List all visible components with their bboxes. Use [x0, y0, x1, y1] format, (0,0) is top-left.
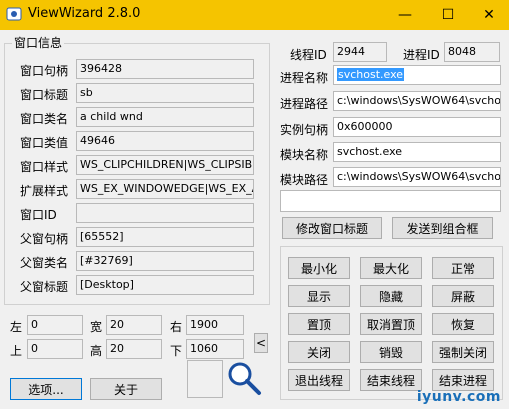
module-name-field[interactable]: svchost.exe — [333, 142, 501, 162]
action-button[interactable]: 显示 — [288, 285, 350, 307]
left-label: 左 — [10, 320, 23, 334]
process-path-label: 进程路径 — [280, 97, 329, 111]
field-label: 父窗类名 — [20, 256, 69, 270]
action-button[interactable]: 取消置顶 — [360, 313, 422, 335]
close-icon[interactable]: ✕ — [469, 0, 509, 30]
field-value[interactable]: [#32769] — [76, 251, 254, 271]
action-button[interactable]: 强制关闭 — [432, 341, 494, 363]
instance-handle-label: 实例句柄 — [280, 123, 329, 137]
height-label: 高 — [90, 344, 103, 358]
top-field[interactable]: 0 — [27, 339, 83, 359]
field-value[interactable]: [Desktop] — [76, 275, 254, 295]
window-title: ViewWizard 2.8.0 — [28, 6, 141, 21]
finder-magnifier-icon[interactable] — [226, 360, 262, 396]
watermark: iyunv.com — [416, 389, 501, 405]
collapse-button[interactable]: < — [254, 333, 268, 353]
module-name-label: 模块名称 — [280, 148, 329, 162]
field-label: 窗口ID — [20, 208, 57, 222]
module-path-field[interactable]: c:\windows\SysWOW64\svchost.e — [333, 167, 501, 187]
action-button[interactable]: 结束线程 — [360, 369, 422, 391]
action-button[interactable]: 最大化 — [360, 257, 422, 279]
action-button[interactable]: 正常 — [432, 257, 494, 279]
app-icon — [6, 6, 22, 22]
process-name-label: 进程名称 — [280, 71, 329, 85]
action-button[interactable]: 关闭 — [288, 341, 350, 363]
field-label: 父窗句柄 — [20, 232, 69, 246]
bottom-label: 下 — [170, 344, 183, 358]
process-id-label: 进程ID — [403, 48, 440, 62]
module-path-label: 模块路径 — [280, 173, 329, 187]
title-edit-input[interactable] — [280, 190, 501, 212]
field-label: 窗口类名 — [20, 112, 69, 126]
field-value[interactable]: WS_CLIPCHILDREN|WS_CLIPSIBLIN — [76, 155, 254, 175]
field-label: 窗口样式 — [20, 160, 69, 174]
field-value[interactable]: a child wnd — [76, 107, 254, 127]
field-value[interactable]: sb — [76, 83, 254, 103]
field-value[interactable]: WS_EX_WINDOWEDGE|WS_EX_ACC — [76, 179, 254, 199]
maximize-icon[interactable]: ☐ — [428, 0, 468, 30]
action-button[interactable]: 屏蔽 — [432, 285, 494, 307]
field-label: 窗口类值 — [20, 136, 69, 150]
field-label: 父窗标题 — [20, 280, 69, 294]
action-button[interactable]: 退出线程 — [288, 369, 350, 391]
right-field[interactable]: 1900 — [186, 315, 244, 335]
action-button[interactable]: 最小化 — [288, 257, 350, 279]
thread-id-field[interactable]: 2944 — [333, 42, 387, 62]
height-field[interactable]: 20 — [106, 339, 162, 359]
process-path-field[interactable]: c:\windows\SysWOW64\svchost.e — [333, 91, 501, 111]
color-preview — [187, 360, 223, 398]
field-value[interactable]: [65552] — [76, 227, 254, 247]
field-value[interactable] — [76, 203, 254, 223]
right-label: 右 — [170, 320, 183, 334]
process-name-field[interactable]: svchost.exe — [333, 65, 501, 85]
instance-handle-field[interactable]: 0x600000 — [333, 117, 501, 137]
send-to-combo-button[interactable]: 发送到组合框 — [392, 217, 493, 239]
top-label: 上 — [10, 344, 23, 358]
width-label: 宽 — [90, 320, 103, 334]
process-id-field[interactable]: 8048 — [444, 42, 500, 62]
left-field[interactable]: 0 — [27, 315, 83, 335]
action-button[interactable]: 隐藏 — [360, 285, 422, 307]
field-value[interactable]: 396428 — [76, 59, 254, 79]
action-button[interactable]: 销毁 — [360, 341, 422, 363]
field-label: 窗口句柄 — [20, 64, 69, 78]
thread-id-label: 线程ID — [290, 48, 327, 62]
minimize-icon[interactable]: — — [385, 0, 425, 30]
field-label: 扩展样式 — [20, 184, 69, 198]
modify-title-button[interactable]: 修改窗口标题 — [282, 217, 382, 239]
action-button[interactable]: 置顶 — [288, 313, 350, 335]
options-button[interactable]: 选项... — [10, 378, 82, 400]
about-button[interactable]: 关于 — [90, 378, 162, 400]
field-label: 窗口标题 — [20, 88, 69, 102]
action-button[interactable]: 恢复 — [432, 313, 494, 335]
width-field[interactable]: 20 — [106, 315, 162, 335]
field-value[interactable]: 49646 — [76, 131, 254, 151]
action-button[interactable]: 结束进程 — [432, 369, 494, 391]
bottom-field[interactable]: 1060 — [186, 339, 244, 359]
group-title: 窗口信息 — [12, 34, 65, 51]
